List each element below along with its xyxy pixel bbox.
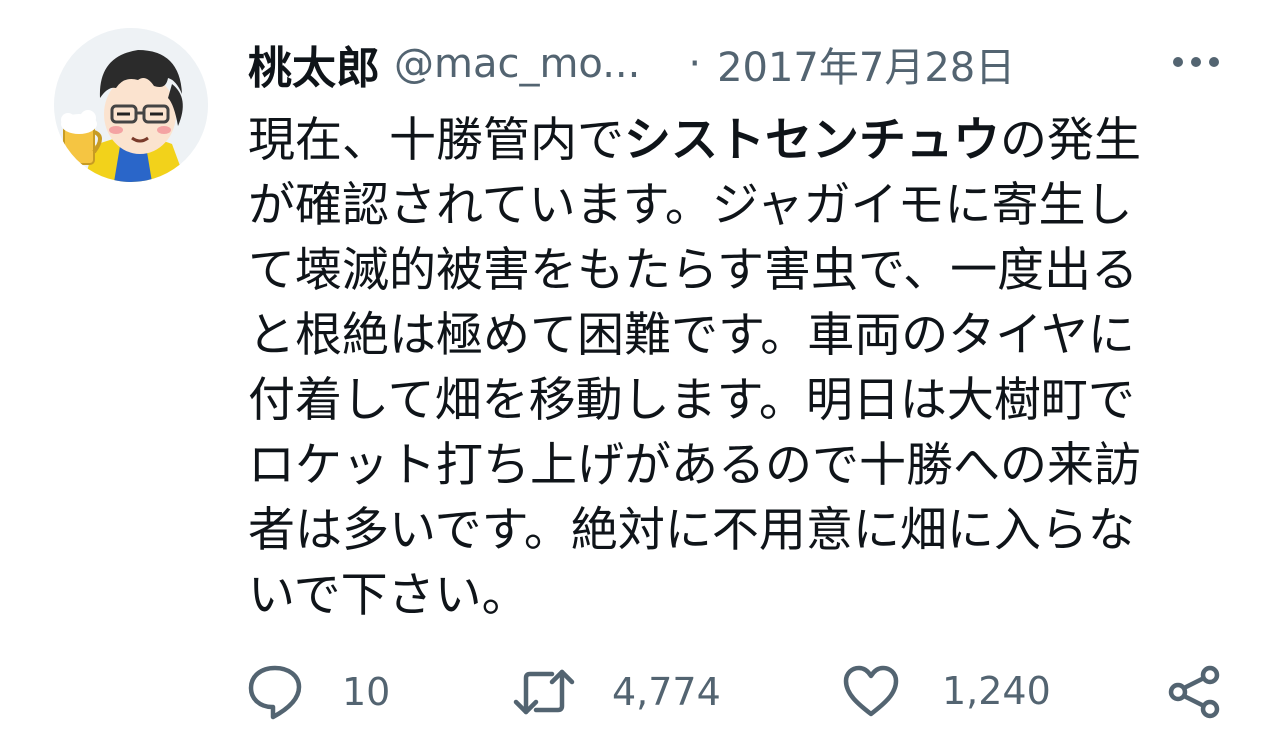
more-options-button[interactable] (1170, 52, 1222, 72)
display-name[interactable]: 桃太郎 (248, 32, 380, 96)
user-handle[interactable]: @mac_mo... (394, 41, 640, 87)
tweet-text-line: いで下さい。 (248, 568, 529, 623)
like-button[interactable]: 1,240 (842, 664, 1051, 718)
tweet-text-line: と根絶は極めて困難です。車両のタイヤに (248, 308, 1135, 363)
reply-icon (248, 665, 302, 720)
tweet-text-line: 付着して畑を移動します。明日は大樹町で (248, 373, 1135, 428)
separator-dot: · (688, 41, 702, 87)
tweet-text-line: が確認されています。ジャガイモに寄生し (248, 178, 1133, 233)
retweet-button[interactable]: 4,774 (512, 664, 721, 720)
heart-icon (843, 665, 899, 717)
share-icon (1168, 665, 1220, 719)
more-icon (1173, 57, 1219, 67)
share-button[interactable] (1166, 664, 1224, 720)
reply-button[interactable]: 10 (246, 664, 390, 720)
tweet-text-line: 現在、十勝管内でシストセンチュウの発生 (248, 108, 1208, 173)
avatar[interactable] (54, 28, 208, 182)
tweet-text-line: て壊滅的被害をもたらす害虫で、一度出る (248, 243, 1139, 298)
tweet-card: 桃太郎 @mac_mo... · 2017年7月28日 現在、十勝管内でシストセ… (0, 0, 1280, 753)
reply-count: 10 (342, 670, 391, 714)
retweet-count: 4,774 (612, 670, 721, 714)
tweet-text-line: ロケット打ち上げがあるので十勝への来訪 (248, 438, 1141, 493)
tweet-text-segment: の発生 (1000, 113, 1141, 168)
tweet-text-line: 者は多いです。絶対に不用意に畑に入らな (248, 503, 1135, 558)
tweet-header: 桃太郎 @mac_mo... · 2017年7月28日 (248, 32, 1248, 96)
tweet-text-bold: シストセンチュウ (624, 113, 1000, 168)
retweet-icon (513, 669, 575, 715)
avatar-image (54, 28, 208, 182)
tweet-text: 現在、十勝管内でシストセンチュウの発生 が確認されています。ジャガイモに寄生し … (248, 108, 1208, 628)
tweet-text-segment: 現在、十勝管内で (248, 113, 624, 168)
like-count: 1,240 (942, 669, 1051, 713)
tweet-date[interactable]: 2017年7月28日 (717, 35, 1015, 93)
tweet-actions: 10 4,774 1,240 (0, 650, 1280, 730)
